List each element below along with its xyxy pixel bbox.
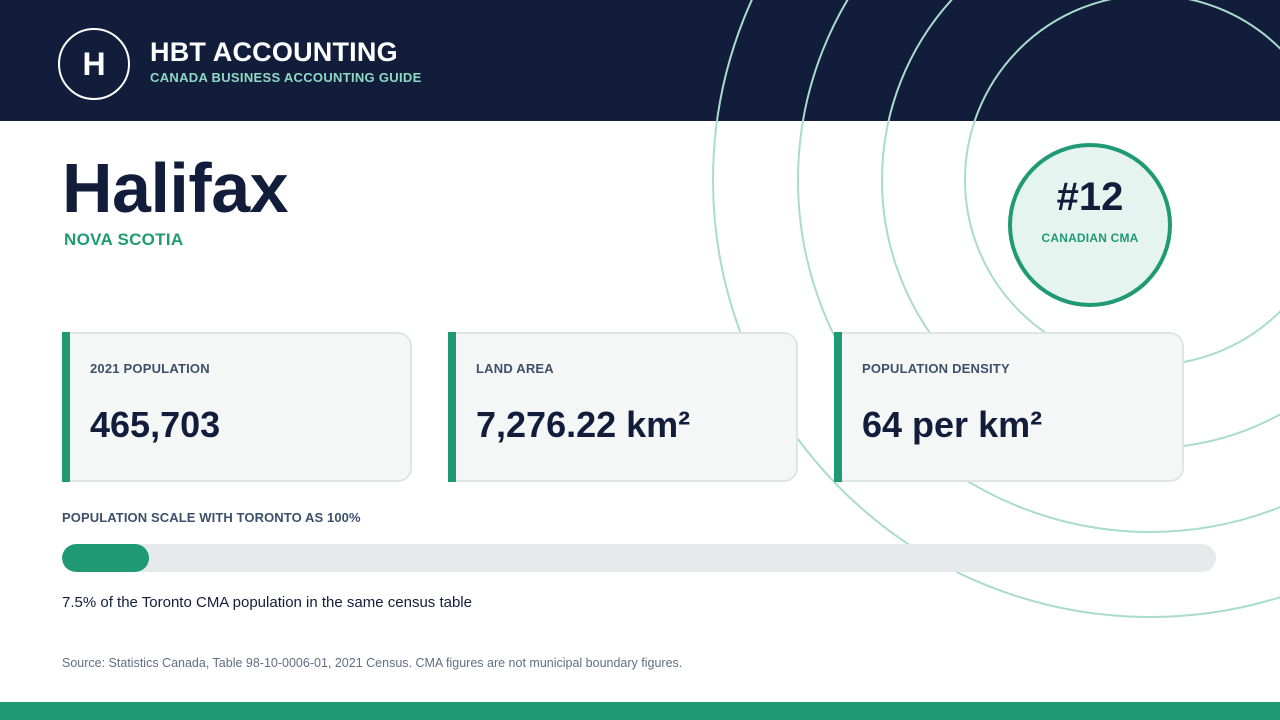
- stat-value: 64 per km²: [862, 404, 1043, 445]
- stat-label: 2021 POPULATION: [90, 361, 210, 376]
- population-scale-note: 7.5% of the Toronto CMA population in th…: [62, 594, 472, 611]
- footer-bar: [0, 702, 1280, 720]
- source-note: Source: Statistics Canada, Table 98-10-0…: [62, 656, 683, 670]
- rank-label: CANADIAN CMA: [1041, 231, 1139, 245]
- logo-letter: H: [82, 45, 106, 82]
- stat-value: 7,276.22 km²: [476, 404, 691, 445]
- province-label: NOVA SCOTIA: [64, 230, 184, 249]
- population-scale-title: POPULATION SCALE WITH TORONTO AS 100%: [62, 510, 361, 525]
- card-accent-bar: [834, 332, 842, 482]
- rank-number: #12: [1056, 175, 1124, 219]
- stat-card-density: POPULATION DENSITY 64 per km²: [834, 332, 1184, 482]
- stat-label: POPULATION DENSITY: [862, 361, 1010, 376]
- brand-logo: H: [58, 28, 130, 100]
- stat-card-land-area: LAND AREA 7,276.22 km²: [448, 332, 798, 482]
- brand-name: HBT ACCOUNTING: [150, 37, 398, 67]
- population-scale-fill: [62, 544, 149, 572]
- card-accent-bar: [62, 332, 70, 482]
- brand-tagline: CANADA BUSINESS ACCOUNTING GUIDE: [150, 70, 422, 85]
- stat-card-population: 2021 POPULATION 465,703: [62, 332, 412, 482]
- city-title: Halifax: [62, 149, 289, 227]
- rank-badge: #12 CANADIAN CMA: [1008, 143, 1172, 307]
- stat-value: 465,703: [90, 404, 221, 445]
- card-accent-bar: [448, 332, 456, 482]
- population-scale-track: [62, 544, 1216, 572]
- stat-label: LAND AREA: [476, 361, 554, 376]
